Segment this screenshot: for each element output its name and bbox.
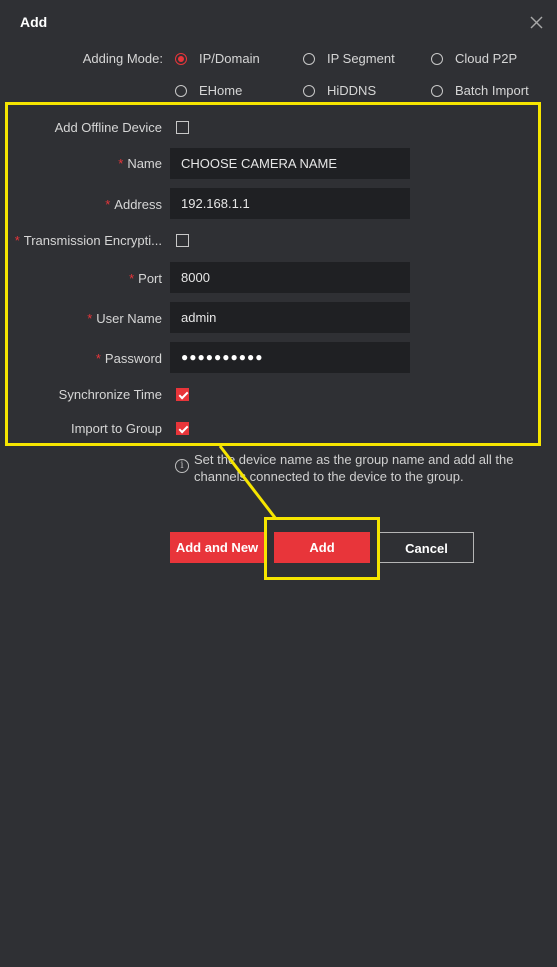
radio-label: IP/Domain <box>199 51 260 66</box>
port-input[interactable]: 8000 <box>170 262 410 293</box>
radio-ip-segment[interactable]: IP Segment <box>303 51 395 67</box>
address-label-text: Address <box>114 197 162 212</box>
password-input[interactable]: ●●●●●●●●●● <box>170 342 410 373</box>
radio-label: Cloud P2P <box>455 51 518 66</box>
radio-label: EHome <box>199 83 243 98</box>
required-mark: * <box>95 351 101 366</box>
encryption-checkbox[interactable] <box>176 234 189 247</box>
add-button[interactable]: Add <box>274 532 370 563</box>
radio-empty-icon <box>431 85 443 97</box>
radio-empty-icon <box>431 53 443 65</box>
port-label-text: Port <box>138 271 162 286</box>
radio-ehome[interactable]: EHome <box>175 83 242 99</box>
dialog-title: Add <box>20 14 48 30</box>
username-label: * User Name <box>12 311 162 327</box>
radio-empty-icon <box>175 85 187 97</box>
radio-ip-domain[interactable]: IP/Domain <box>175 51 260 67</box>
radio-label: HiDDNS <box>327 83 377 98</box>
sync-time-label: Synchronize Time <box>58 387 162 402</box>
username-input[interactable]: admin <box>170 302 410 333</box>
port-label: * Port <box>12 271 162 287</box>
address-label: * Address <box>12 197 162 213</box>
password-label: * Password <box>12 351 162 367</box>
name-label-text: Name <box>127 156 162 171</box>
radio-cloud-p2p[interactable]: Cloud P2P <box>431 51 517 67</box>
offline-device-label: Add Offline Device <box>54 120 162 135</box>
radio-empty-icon <box>303 53 315 65</box>
radio-label: Batch Import <box>455 83 529 98</box>
import-group-checkbox[interactable] <box>176 422 189 435</box>
radio-label: IP Segment <box>327 51 395 66</box>
radio-selected-icon <box>175 53 187 65</box>
cancel-button[interactable]: Cancel <box>379 532 474 563</box>
name-input[interactable]: CHOOSE CAMERA NAME <box>170 148 410 179</box>
encryption-label: * Transmission Encrypti... <box>12 233 162 249</box>
dialog-header: Add <box>0 0 557 44</box>
import-group-label: Import to Group <box>70 421 162 436</box>
group-info-text: Set the device name as the group name an… <box>194 452 514 484</box>
name-label: * Name <box>12 156 162 172</box>
required-mark: * <box>105 197 111 212</box>
required-mark: * <box>118 156 124 171</box>
username-label-text: User Name <box>96 311 162 326</box>
radio-batch-import[interactable]: Batch Import <box>431 83 529 99</box>
required-mark: * <box>14 233 20 248</box>
address-input[interactable]: 192.168.1.1 <box>170 188 410 219</box>
password-label-text: Password <box>104 351 162 366</box>
required-mark: * <box>129 271 135 286</box>
close-icon[interactable] <box>529 15 544 30</box>
offline-device-checkbox[interactable] <box>176 121 189 134</box>
add-and-new-button[interactable]: Add and New <box>170 532 264 563</box>
encryption-label-text: Transmission Encrypti... <box>23 233 162 248</box>
info-icon: i <box>175 459 189 473</box>
required-mark: * <box>87 311 93 326</box>
sync-time-checkbox[interactable] <box>176 388 189 401</box>
adding-mode-label: Adding Mode: <box>82 51 163 66</box>
radio-empty-icon <box>303 85 315 97</box>
radio-hiddns[interactable]: HiDDNS <box>303 83 376 99</box>
